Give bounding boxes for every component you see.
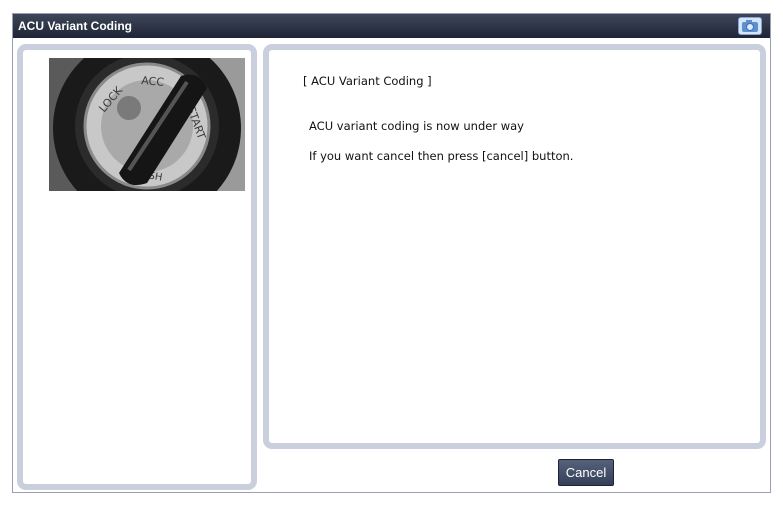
message-heading: [ ACU Variant Coding ] — [303, 74, 432, 88]
svg-text:ACC: ACC — [141, 74, 165, 89]
cancel-button[interactable]: Cancel — [558, 459, 614, 486]
message-status: ACU variant coding is now under way — [309, 119, 524, 133]
window-title: ACU Variant Coding — [18, 19, 133, 33]
acu-variant-coding-window: ACU Variant Coding LOCK ACC START P — [12, 13, 771, 493]
camera-icon[interactable] — [738, 17, 762, 35]
image-panel: LOCK ACC START PUSH — [17, 44, 257, 490]
title-bar: ACU Variant Coding — [13, 14, 770, 38]
message-panel: [ ACU Variant Coding ] ACU variant codin… — [263, 44, 766, 449]
message-instruction: If you want cancel then press [cancel] b… — [309, 149, 574, 163]
ignition-key-switch-image: LOCK ACC START PUSH — [49, 58, 245, 191]
